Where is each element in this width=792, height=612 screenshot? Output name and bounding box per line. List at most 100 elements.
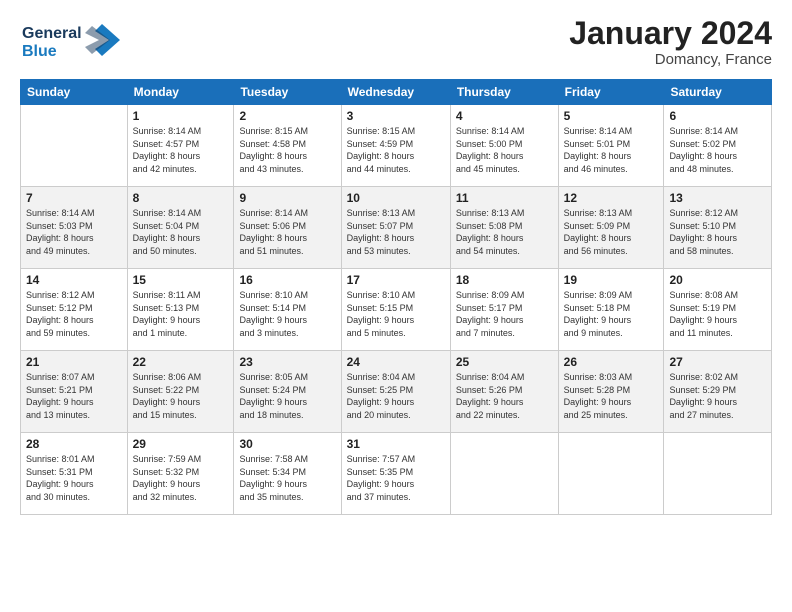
header-saturday: Saturday <box>664 80 772 105</box>
calendar-week-row: 7 Sunrise: 8:14 AM Sunset: 5:03 PM Daylig… <box>21 187 772 269</box>
table-row: 18 Sunrise: 8:09 AM Sunset: 5:17 PM Dayli… <box>450 269 558 351</box>
day-info: Sunrise: 8:09 AM Sunset: 5:17 PM Dayligh… <box>456 289 553 339</box>
day-number: 28 <box>26 437 122 451</box>
day-info: Sunrise: 8:04 AM Sunset: 5:26 PM Dayligh… <box>456 371 553 421</box>
day-info: Sunrise: 8:15 AM Sunset: 4:58 PM Dayligh… <box>239 125 335 175</box>
day-number: 12 <box>564 191 659 205</box>
table-row: 4Sunrise: 8:14 AM Sunset: 5:00 PM Daylig… <box>450 105 558 187</box>
day-number: 16 <box>239 273 335 287</box>
day-number: 13 <box>669 191 766 205</box>
day-info: Sunrise: 8:05 AM Sunset: 5:24 PM Dayligh… <box>239 371 335 421</box>
day-info: Sunrise: 8:10 AM Sunset: 5:14 PM Dayligh… <box>239 289 335 339</box>
day-number: 19 <box>564 273 659 287</box>
page-header: General Blue January 2024 Domancy, Franc… <box>20 16 772 69</box>
title-block: January 2024 Domancy, France <box>569 16 772 68</box>
calendar-table: Sunday Monday Tuesday Wednesday Thursday… <box>20 79 772 515</box>
day-info: Sunrise: 8:03 AM Sunset: 5:28 PM Dayligh… <box>564 371 659 421</box>
day-number: 24 <box>347 355 445 369</box>
table-row: 24 Sunrise: 8:04 AM Sunset: 5:25 PM Dayli… <box>341 351 450 433</box>
header-friday: Friday <box>558 80 664 105</box>
header-monday: Monday <box>127 80 234 105</box>
table-row: 1Sunrise: 8:14 AM Sunset: 4:57 PM Daylig… <box>127 105 234 187</box>
header-tuesday: Tuesday <box>234 80 341 105</box>
day-number: 23 <box>239 355 335 369</box>
table-row: 23 Sunrise: 8:05 AM Sunset: 5:24 PM Dayli… <box>234 351 341 433</box>
day-number: 6 <box>669 109 766 123</box>
day-number: 17 <box>347 273 445 287</box>
day-info: Sunrise: 8:14 AM Sunset: 5:06 PM Dayligh… <box>239 207 335 257</box>
table-row <box>558 433 664 515</box>
day-info: Sunrise: 8:04 AM Sunset: 5:25 PM Dayligh… <box>347 371 445 421</box>
day-number: 7 <box>26 191 122 205</box>
day-number: 21 <box>26 355 122 369</box>
day-info: Sunrise: 7:57 AM Sunset: 5:35 PM Dayligh… <box>347 453 445 503</box>
day-number: 5 <box>564 109 659 123</box>
day-number: 29 <box>133 437 229 451</box>
svg-text:Blue: Blue <box>22 43 57 60</box>
day-info: Sunrise: 8:14 AM Sunset: 5:04 PM Dayligh… <box>133 207 229 257</box>
logo-icon: General Blue <box>20 16 120 64</box>
calendar-subtitle: Domancy, France <box>569 51 772 68</box>
day-number: 4 <box>456 109 553 123</box>
day-info: Sunrise: 8:13 AM Sunset: 5:09 PM Dayligh… <box>564 207 659 257</box>
day-info: Sunrise: 8:14 AM Sunset: 4:57 PM Dayligh… <box>133 125 229 175</box>
day-number: 10 <box>347 191 445 205</box>
header-sunday: Sunday <box>21 80 128 105</box>
table-row: 29 Sunrise: 7:59 AM Sunset: 5:32 PM Dayli… <box>127 433 234 515</box>
day-number: 20 <box>669 273 766 287</box>
table-row: 20 Sunrise: 8:08 AM Sunset: 5:19 PM Dayli… <box>664 269 772 351</box>
day-info: Sunrise: 8:13 AM Sunset: 5:08 PM Dayligh… <box>456 207 553 257</box>
table-row: 7 Sunrise: 8:14 AM Sunset: 5:03 PM Daylig… <box>21 187 128 269</box>
day-info: Sunrise: 8:12 AM Sunset: 5:10 PM Dayligh… <box>669 207 766 257</box>
table-row: 6Sunrise: 8:14 AM Sunset: 5:02 PM Daylig… <box>664 105 772 187</box>
table-row: 10 Sunrise: 8:13 AM Sunset: 5:07 PM Dayli… <box>341 187 450 269</box>
day-info: Sunrise: 8:10 AM Sunset: 5:15 PM Dayligh… <box>347 289 445 339</box>
day-number: 22 <box>133 355 229 369</box>
day-number: 8 <box>133 191 229 205</box>
day-info: Sunrise: 8:14 AM Sunset: 5:01 PM Dayligh… <box>564 125 659 175</box>
table-row <box>21 105 128 187</box>
day-number: 27 <box>669 355 766 369</box>
table-row: 30Sunrise: 7:58 AM Sunset: 5:34 PM Dayli… <box>234 433 341 515</box>
table-row: 5 Sunrise: 8:14 AM Sunset: 5:01 PM Daylig… <box>558 105 664 187</box>
day-info: Sunrise: 8:13 AM Sunset: 5:07 PM Dayligh… <box>347 207 445 257</box>
calendar-header-row: Sunday Monday Tuesday Wednesday Thursday… <box>21 80 772 105</box>
day-number: 26 <box>564 355 659 369</box>
day-info: Sunrise: 8:07 AM Sunset: 5:21 PM Dayligh… <box>26 371 122 421</box>
svg-text:General: General <box>22 25 82 42</box>
day-number: 9 <box>239 191 335 205</box>
day-number: 30 <box>239 437 335 451</box>
table-row: 25 Sunrise: 8:04 AM Sunset: 5:26 PM Dayli… <box>450 351 558 433</box>
table-row: 28Sunrise: 8:01 AM Sunset: 5:31 PM Dayli… <box>21 433 128 515</box>
day-info: Sunrise: 8:06 AM Sunset: 5:22 PM Dayligh… <box>133 371 229 421</box>
table-row: 27 Sunrise: 8:02 AM Sunset: 5:29 PM Dayli… <box>664 351 772 433</box>
day-info: Sunrise: 8:09 AM Sunset: 5:18 PM Dayligh… <box>564 289 659 339</box>
table-row: 3Sunrise: 8:15 AM Sunset: 4:59 PM Daylig… <box>341 105 450 187</box>
day-number: 25 <box>456 355 553 369</box>
table-row: 13 Sunrise: 8:12 AM Sunset: 5:10 PM Dayli… <box>664 187 772 269</box>
day-number: 2 <box>239 109 335 123</box>
header-thursday: Thursday <box>450 80 558 105</box>
table-row: 2 Sunrise: 8:15 AM Sunset: 4:58 PM Daylig… <box>234 105 341 187</box>
day-info: Sunrise: 7:59 AM Sunset: 5:32 PM Dayligh… <box>133 453 229 503</box>
day-info: Sunrise: 8:02 AM Sunset: 5:29 PM Dayligh… <box>669 371 766 421</box>
day-number: 15 <box>133 273 229 287</box>
day-info: Sunrise: 8:08 AM Sunset: 5:19 PM Dayligh… <box>669 289 766 339</box>
table-row: 22 Sunrise: 8:06 AM Sunset: 5:22 PM Dayli… <box>127 351 234 433</box>
day-info: Sunrise: 8:15 AM Sunset: 4:59 PM Dayligh… <box>347 125 445 175</box>
day-number: 18 <box>456 273 553 287</box>
logo: General Blue <box>20 16 120 69</box>
day-info: Sunrise: 8:11 AM Sunset: 5:13 PM Dayligh… <box>133 289 229 339</box>
header-wednesday: Wednesday <box>341 80 450 105</box>
table-row: 8 Sunrise: 8:14 AM Sunset: 5:04 PM Daylig… <box>127 187 234 269</box>
calendar-week-row: 28Sunrise: 8:01 AM Sunset: 5:31 PM Dayli… <box>21 433 772 515</box>
calendar-week-row: 14Sunrise: 8:12 AM Sunset: 5:12 PM Dayli… <box>21 269 772 351</box>
table-row: 31Sunrise: 7:57 AM Sunset: 5:35 PM Dayli… <box>341 433 450 515</box>
table-row: 16 Sunrise: 8:10 AM Sunset: 5:14 PM Dayli… <box>234 269 341 351</box>
table-row: 17 Sunrise: 8:10 AM Sunset: 5:15 PM Dayli… <box>341 269 450 351</box>
calendar-week-row: 1Sunrise: 8:14 AM Sunset: 4:57 PM Daylig… <box>21 105 772 187</box>
table-row: 9 Sunrise: 8:14 AM Sunset: 5:06 PM Daylig… <box>234 187 341 269</box>
day-info: Sunrise: 8:14 AM Sunset: 5:03 PM Dayligh… <box>26 207 122 257</box>
day-info: Sunrise: 8:12 AM Sunset: 5:12 PM Dayligh… <box>26 289 122 339</box>
day-number: 11 <box>456 191 553 205</box>
